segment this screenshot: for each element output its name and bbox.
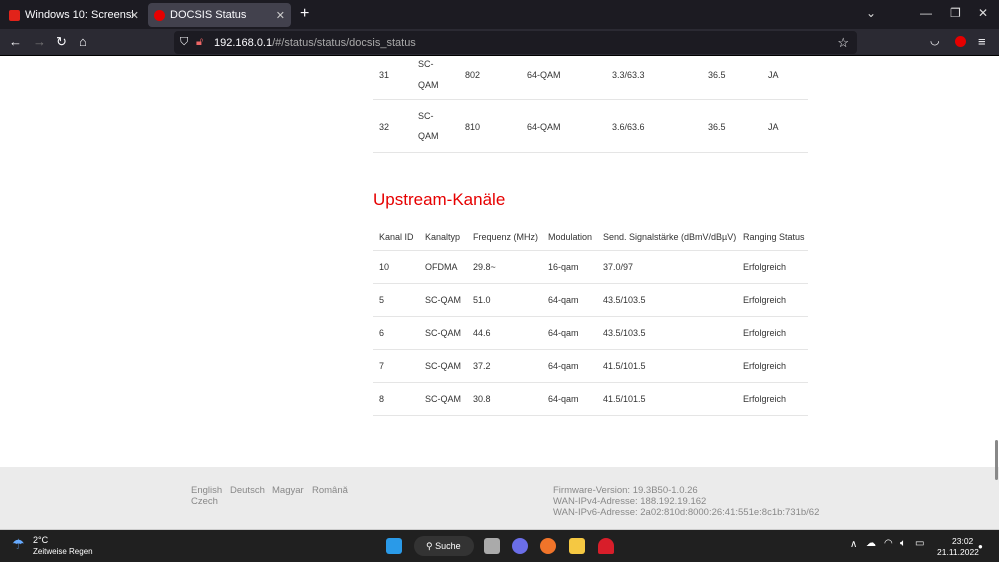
- task-view-icon[interactable]: [484, 538, 500, 554]
- table-cell: 37.2: [473, 360, 491, 371]
- table-cell: Erfolgreich: [743, 261, 787, 272]
- address-bar[interactable]: ⛉ 🔓︎ 192.168.0.1/#/status/status/docsis_…: [174, 31, 857, 54]
- column-header: Kanal ID: [379, 231, 414, 242]
- forward-icon[interactable]: →: [33, 34, 46, 49]
- search-icon: ⚲: [426, 541, 436, 551]
- back-icon[interactable]: ←: [9, 34, 22, 49]
- table-cell: 44.6: [473, 327, 491, 338]
- taskbar: ☂ 2°C Zeitweise Regen ⚲ Suche ∧ ☁ ◠ 🔈︎ ▭…: [0, 530, 999, 562]
- lang-czech-link[interactable]: Czech: [191, 496, 218, 507]
- scrollbar[interactable]: [995, 440, 998, 480]
- page-content: 31 SC- QAM 802 64-QAM 3.3/63.3 36.5 JA 3…: [0, 56, 999, 467]
- tab-docsis-status[interactable]: DOCSIS Status ✕: [148, 3, 291, 27]
- lang-romana-link[interactable]: Română: [312, 485, 348, 496]
- table-cell: SC-QAM: [425, 360, 461, 371]
- site-favicon-icon: [9, 9, 20, 21]
- tab-bar: Windows 10: Screenshot erstellen ✕ DOCSI…: [0, 0, 999, 29]
- table-cell: SC-QAM: [425, 327, 461, 338]
- new-tab-icon[interactable]: +: [300, 5, 309, 23]
- tab-list-icon[interactable]: ⌄: [866, 6, 876, 20]
- search-button[interactable]: ⚲ Suche: [414, 536, 474, 556]
- table-cell: OFDMA: [425, 261, 458, 272]
- table-cell: 10: [379, 261, 390, 272]
- upstream-title: Upstream-Kanäle: [373, 190, 506, 209]
- close-tab-icon[interactable]: ✕: [130, 9, 139, 22]
- wifi-icon[interactable]: ◠: [884, 538, 893, 549]
- table-cell: 29.8~: [473, 261, 496, 272]
- minimize-icon[interactable]: —: [920, 6, 932, 20]
- home-icon[interactable]: ⌂: [79, 34, 87, 49]
- lang-english-link[interactable]: English: [191, 485, 222, 496]
- table-cell: Erfolgreich: [743, 294, 787, 305]
- table-cell: 7: [379, 360, 385, 371]
- column-header: Send. Signalstärke (dBmV/dBµV): [603, 231, 737, 242]
- downstream-row: 31 SC- QAM 802 64-QAM 3.3/63.3 36.5 JA: [373, 56, 808, 100]
- shield-icon[interactable]: ⛉: [180, 36, 188, 49]
- menu-icon[interactable]: ≡: [978, 34, 986, 49]
- vodafone-favicon-icon: [154, 9, 165, 21]
- table-cell: 30.8: [473, 393, 491, 404]
- tray-chevron-icon[interactable]: ∧: [850, 539, 857, 550]
- extension-icon[interactable]: [955, 36, 966, 47]
- table-cell: 64-qam: [548, 360, 579, 371]
- column-header: Modulation: [548, 231, 593, 242]
- firmware-version: Firmware-Version: 19.3B50-1.0.26: [553, 485, 698, 496]
- close-tab-icon[interactable]: ✕: [276, 9, 285, 22]
- table-cell: SC-QAM: [425, 294, 461, 305]
- table-cell: 64-qam: [548, 393, 579, 404]
- lang-magyar-link[interactable]: Magyar: [272, 485, 304, 496]
- table-cell: 16-qam: [548, 261, 579, 272]
- notification-icon[interactable]: ●: [978, 542, 983, 551]
- column-header: Ranging Status: [743, 231, 805, 242]
- table-cell: 5: [379, 294, 385, 305]
- table-cell: 51.0: [473, 294, 491, 305]
- wan-ipv4: WAN-IPv4-Adresse: 188.192.19.162: [553, 496, 707, 507]
- reload-icon[interactable]: ↻: [56, 34, 67, 50]
- table-row: 5 SC-QAM 51.0 64-qam 43.5/103.5 Erfolgreich: [373, 284, 808, 317]
- table-cell: 43.5/103.5: [603, 294, 646, 305]
- restore-icon[interactable]: ❐: [950, 6, 961, 20]
- wan-ipv6: WAN-IPv6-Adresse: 2a02:810d:8000:26:41:5…: [553, 507, 820, 518]
- table-header: Kanal ID Kanaltyp Frequenz (MHz) Modulation…: [373, 224, 808, 251]
- table-row: 8 SC-QAM 30.8 64-qam 41.5/101.5 Erfolgreich: [373, 383, 808, 416]
- table-cell: 41.5/101.5: [603, 360, 646, 371]
- table-cell: Erfolgreich: [743, 360, 787, 371]
- cloud-icon[interactable]: ☁: [866, 538, 876, 549]
- table-cell: SC-QAM: [425, 393, 461, 404]
- table-cell: 6: [379, 327, 385, 338]
- column-header: Kanaltyp: [425, 231, 461, 242]
- lang-deutsch-link[interactable]: Deutsch: [230, 485, 265, 496]
- weather-rain-icon: ☂: [12, 536, 25, 552]
- footer: English Deutsch Magyar Română Czech Firm…: [0, 467, 999, 530]
- close-window-icon[interactable]: ✕: [978, 6, 988, 20]
- table-cell: 64-qam: [548, 327, 579, 338]
- bookmark-star-icon[interactable]: ☆: [837, 35, 849, 51]
- firefox-icon[interactable]: [540, 538, 556, 554]
- table-row: 10 OFDMA 29.8~ 16-qam 37.0/97 Erfolgreich: [373, 251, 808, 284]
- file-explorer-icon[interactable]: [569, 538, 585, 554]
- pocket-icon[interactable]: ◡: [930, 34, 940, 47]
- table-cell: Erfolgreich: [743, 393, 787, 404]
- teams-chat-icon[interactable]: [512, 538, 528, 554]
- table-cell: 8: [379, 393, 385, 404]
- table-cell: Erfolgreich: [743, 327, 787, 338]
- start-icon[interactable]: [386, 538, 402, 554]
- downstream-row: 32 SC- QAM 810 64-QAM 3.6/63.6 36.5 JA: [373, 100, 808, 153]
- table-row: 7 SC-QAM 37.2 64-qam 41.5/101.5 Erfolgreich: [373, 350, 808, 383]
- insecure-lock-icon[interactable]: 🔓︎: [196, 36, 203, 49]
- app-icon[interactable]: [598, 538, 614, 554]
- table-cell: 41.5/101.5: [603, 393, 646, 404]
- tab-screenshot[interactable]: Windows 10: Screenshot erstellen ✕: [3, 3, 145, 27]
- table-row: 6 SC-QAM 44.6 64-qam 43.5/103.5 Erfolgreich: [373, 317, 808, 350]
- battery-icon[interactable]: ▭: [915, 538, 924, 549]
- table-cell: 64-qam: [548, 294, 579, 305]
- table-cell: 43.5/103.5: [603, 327, 646, 338]
- table-cell: 37.0/97: [603, 261, 634, 272]
- column-header: Frequenz (MHz): [473, 231, 539, 242]
- volume-icon[interactable]: 🔈︎: [900, 538, 906, 549]
- nav-bar: ← → ↻ ⌂ ⛉ 🔓︎ 192.168.0.1/#/status/status…: [0, 29, 999, 56]
